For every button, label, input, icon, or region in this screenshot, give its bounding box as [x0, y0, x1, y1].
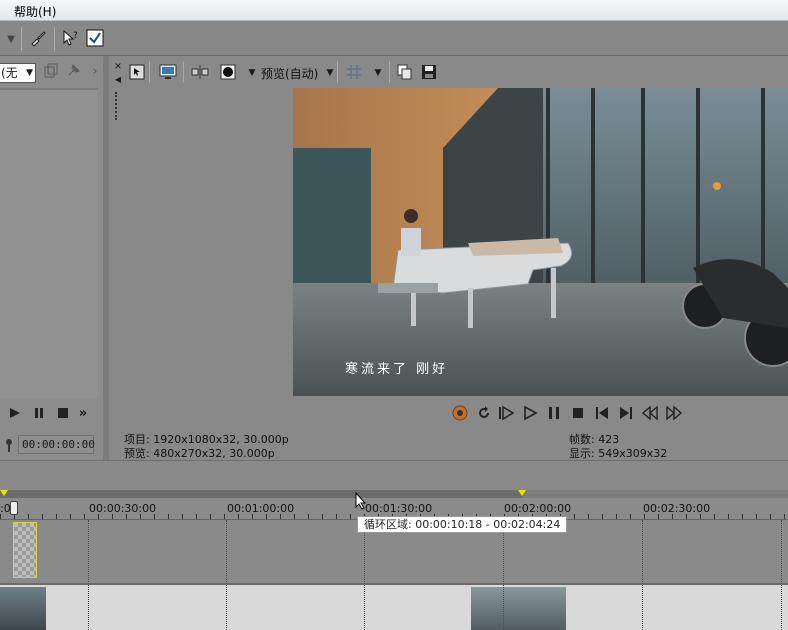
toolbar-separator	[389, 61, 390, 83]
trimmer-panel: (无 ▼ › » 00:00:00:00	[0, 56, 103, 460]
loop-region-tooltip: 循环区域: 00:00:10:18 - 00:02:04:24	[357, 516, 568, 533]
dropdown-arrow-icon: ▼	[26, 68, 33, 78]
chevron-right-icon[interactable]: ›	[86, 62, 104, 80]
main-toolbar: ▼ ?	[0, 21, 788, 56]
brush-icon[interactable]	[29, 29, 47, 47]
thumbnail-clip[interactable]	[0, 587, 46, 630]
pin-icon[interactable]	[64, 62, 82, 80]
toolbar-separator	[337, 61, 338, 83]
project-info: 项目: 1920x1080x32, 30.000p	[124, 433, 289, 446]
step-forward-icon[interactable]	[665, 404, 683, 422]
playhead-icon[interactable]	[10, 501, 18, 515]
stop-icon[interactable]	[569, 404, 587, 422]
grid-line	[226, 520, 227, 630]
step-back-icon[interactable]	[641, 404, 659, 422]
video-frame[interactable]: 寒流来了 刚好	[293, 88, 788, 396]
svg-text:?: ?	[73, 31, 78, 41]
loop-region-bar[interactable]	[0, 490, 788, 498]
menu-bar: 帮助(H)	[0, 0, 788, 21]
copy-snapshot-icon[interactable]	[396, 63, 414, 81]
previous-frame-icon[interactable]	[593, 404, 611, 422]
frame-count: 帧数: 423	[569, 433, 620, 446]
toolbar-separator	[149, 61, 150, 83]
split-icon[interactable]	[191, 63, 209, 81]
properties-icon[interactable]	[128, 63, 146, 81]
cursor-icon	[355, 491, 367, 510]
pause-icon[interactable]	[545, 404, 563, 422]
grid-line	[503, 520, 504, 630]
loop-icon[interactable]	[475, 404, 493, 422]
trimmer-timecode: 00:00:00:00	[18, 435, 95, 454]
video-scene	[293, 88, 788, 396]
grid-line	[364, 520, 365, 630]
whats-this-icon[interactable]: ?	[62, 29, 80, 47]
loop-region[interactable]	[0, 490, 522, 498]
video-subtitle: 寒流来了 刚好	[345, 362, 449, 377]
toolbar-separator	[183, 61, 184, 83]
play-from-start-icon[interactable]	[497, 404, 515, 422]
timeline-splitter[interactable]	[0, 460, 788, 490]
overlay-icon[interactable]	[219, 63, 237, 81]
preview-transport	[449, 402, 689, 424]
play-icon[interactable]	[6, 404, 24, 422]
thumbnail-track[interactable]	[0, 583, 788, 630]
grid-line	[781, 520, 782, 630]
panel-grip[interactable]	[115, 92, 117, 120]
pause-icon[interactable]	[30, 404, 48, 422]
preview-toolbar: ✕ ◀ ▼ 预览(自动) ▼ ▼	[109, 56, 788, 88]
preview-info: 预览: 480x270x32, 30.000p	[124, 447, 275, 460]
video-preview-panel: ✕ ◀ ▼ 预览(自动) ▼ ▼ 寒流来了 刚好 项目: 1920x1080x3…	[109, 56, 788, 460]
next-frame-icon[interactable]	[617, 404, 635, 422]
thumbnail-clip[interactable]	[471, 587, 566, 630]
grid-line	[642, 520, 643, 630]
panel-menu-icon[interactable]: ◀	[109, 70, 127, 88]
grid-icon[interactable]	[345, 63, 363, 81]
loop-end-marker[interactable]	[518, 490, 526, 496]
source-dropdown-value: (无	[1, 66, 18, 80]
marker-icon	[0, 436, 18, 454]
toolbar-separator	[21, 27, 22, 51]
save-icon[interactable]	[420, 63, 438, 81]
record-icon[interactable]	[451, 404, 469, 422]
source-dropdown[interactable]: (无 ▼	[0, 63, 36, 83]
stop-icon[interactable]	[54, 404, 72, 422]
check-icon[interactable]	[86, 29, 104, 47]
copy-icon[interactable]	[42, 62, 60, 80]
more-icon[interactable]: »	[74, 404, 92, 422]
grid-line	[88, 520, 89, 630]
preview-quality-label[interactable]: 预览(自动)	[261, 65, 318, 82]
dropdown-arrow-icon[interactable]: ▼	[2, 30, 20, 48]
play-icon[interactable]	[521, 404, 539, 422]
video-event-clip[interactable]	[13, 522, 37, 578]
monitor-icon[interactable]	[159, 63, 177, 81]
loop-start-marker[interactable]	[0, 490, 8, 496]
display-info: 显示: 549x309x32	[569, 447, 668, 460]
toolbar-separator	[54, 27, 55, 51]
dropdown-arrow-icon[interactable]: ▼	[243, 64, 261, 82]
menu-help[interactable]: 帮助(H)	[14, 3, 56, 20]
trimmer-canvas[interactable]	[0, 88, 98, 398]
dropdown-arrow-icon[interactable]: ▼	[369, 64, 387, 82]
